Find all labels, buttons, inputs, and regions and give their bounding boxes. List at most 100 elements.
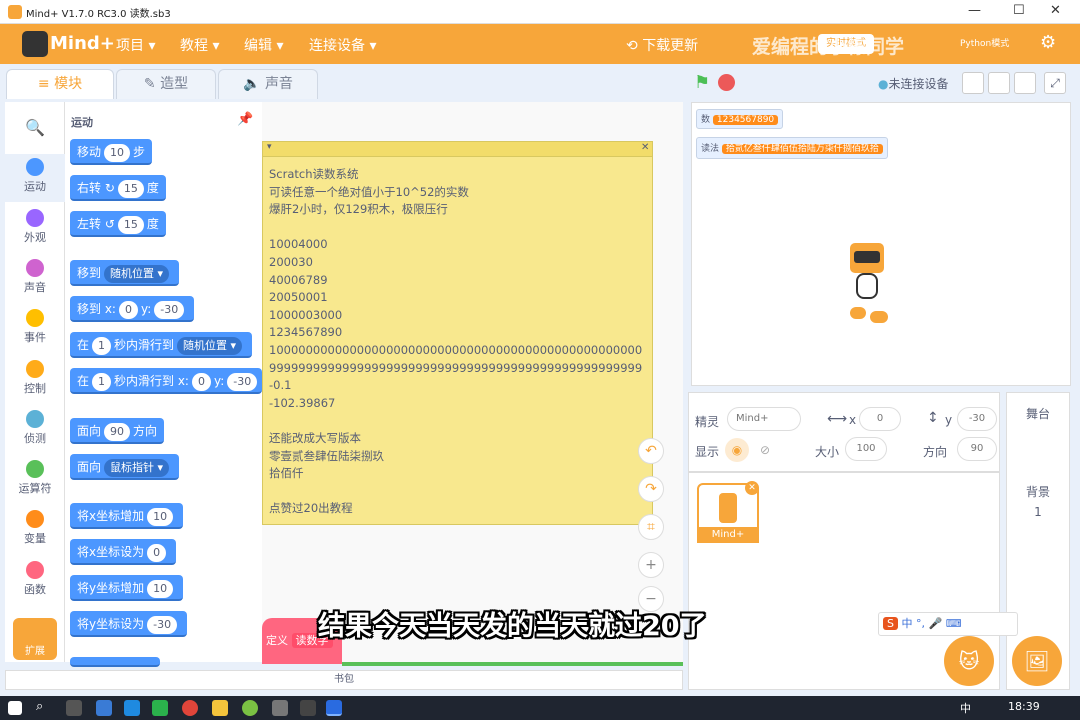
clock[interactable]: 18:39 [1008,700,1040,713]
add-backdrop-button[interactable]: 🖼 [1012,636,1062,686]
undo-icon[interactable]: ↶ [638,438,664,464]
block-set-y[interactable]: 将y坐标设为 -30 [70,611,188,637]
start-icon[interactable] [8,701,22,715]
stage-canvas[interactable]: 数 1234567890 读法 拾贰亿叁仟肆佰伍拾陆万柒仟捌佰玖拾 [691,102,1071,386]
taskview-icon[interactable] [66,700,82,716]
delete-sprite-icon[interactable]: ✕ [745,481,759,495]
collapse-icon[interactable]: ▾ [267,142,272,152]
size-input[interactable]: 100 [845,437,887,461]
edge-icon[interactable] [124,700,140,716]
explorer-icon[interactable] [212,700,228,716]
maximize-icon[interactable]: ☐ [1013,3,1025,18]
category-4[interactable]: 事件 [5,309,65,345]
crop-icon[interactable]: ⌗ [638,514,664,540]
ime-lang[interactable]: 中 [901,617,912,630]
zoom-in-icon[interactable]: + [638,552,664,578]
python-mode-button[interactable]: Python模式 [960,36,1009,49]
app-icon-4[interactable] [300,700,316,716]
y-label: y [945,413,953,427]
category-9[interactable]: 函数 [5,561,65,597]
block-change-y[interactable]: 将y坐标增加 10 [70,575,184,601]
category-5[interactable]: 控制 [5,360,65,396]
search-taskbar-icon[interactable]: ⌕ [36,699,43,714]
block-glide[interactable]: 在 1 秒内滑行到 随机位置 ▾ [70,332,253,358]
ime-toolbar[interactable]: S 中 °, 🎤 ⌨ [878,612,1018,636]
fullscreen-icon[interactable]: ⤢ [1044,72,1066,94]
hide-eye-icon[interactable]: ⊘ [753,438,777,462]
wechat-icon[interactable] [152,700,168,716]
category-8[interactable]: 变量 [5,510,65,546]
ime-indicator[interactable]: 中 [960,700,971,716]
close-icon[interactable]: ✕ [1050,3,1061,18]
search-icon[interactable]: 🔍 [25,118,45,137]
category-dot-icon [26,259,44,277]
comment-line: 10004000 [269,237,328,252]
category-1[interactable]: 运动 [5,158,65,194]
extensions-button[interactable]: 扩展 [13,618,57,660]
x-input[interactable]: 0 [859,407,901,431]
pin-icon[interactable]: 📌 [237,112,253,127]
green-flag-icon[interactable]: ⚑ [694,72,710,93]
small-stage-icon[interactable] [962,72,984,94]
minimize-icon[interactable]: — [968,3,981,18]
category-3[interactable]: 声音 [5,259,65,295]
monitor-reading[interactable]: 读法 拾贰亿叁仟肆佰伍拾陆万柒仟捌佰玖拾 [696,137,888,159]
large-stage-icon[interactable] [1014,72,1036,94]
ime-mic[interactable]: 🎤 [928,617,942,630]
block-point-direction[interactable]: 面向 90 方向 [70,418,165,444]
category-6[interactable]: 侦测 [5,410,65,446]
sprite-name-input[interactable]: Mind+ [727,407,801,431]
comment-text[interactable]: Scratch读数系统 可读任意一个绝对值小于10^52的实数 爆肝2小时，仅129… [269,166,652,518]
menu-bar: Mind+ 项目 ▾ 教程 ▾ 编辑 ▾ 连接设备 ▾ ⟲ 下载更新 实时模式 … [0,24,1080,64]
add-sprite-button[interactable]: 🐱 [944,636,994,686]
ime-keyboard[interactable]: ⌨ [946,617,962,630]
menu-project[interactable]: 项目 ▾ [116,35,155,55]
device-status: ●未连接设备 [878,77,949,91]
block-turn-right[interactable]: 右转 ↻ 15 度 [70,175,166,201]
block-glide-xy[interactable]: 在 1 秒内滑行到 x: 0 y: -30 [70,368,262,394]
chrome-icon[interactable] [182,700,198,716]
video-subtitle: 结果今天当天发的当天就过20了 [318,611,707,642]
block-goto-xy[interactable]: 移到 x: 0 y: -30 [70,296,195,322]
direction-input[interactable]: 90 [957,437,997,461]
comment-line: 爆肝2小时，仅129积木，极限压行 [269,202,448,217]
mindplus-taskbar-icon[interactable] [326,700,342,716]
category-label: 侦测 [24,432,46,445]
y-arrow-icon: ↕ [927,410,939,426]
monitor-number[interactable]: 数 1234567890 [696,109,784,129]
block-point-towards[interactable]: 面向 鼠标指针 ▾ [70,454,180,480]
app-icon-1[interactable] [96,700,112,716]
ime-punct[interactable]: °, [916,617,925,630]
sprite-thumbnail[interactable]: Mind+ ✕ [697,481,759,543]
comment-header[interactable]: ▾ ✕ [263,142,652,157]
tab-code[interactable]: ≡ 模块 [6,69,114,99]
show-eye-icon[interactable]: ◉ [725,438,749,462]
category-dot-icon [26,460,44,478]
app-icon-2[interactable] [242,700,258,716]
block-goto[interactable]: 移到 随机位置 ▾ [70,260,180,286]
tab-sounds[interactable]: 🔈 声音 [218,69,318,99]
stop-icon[interactable] [718,74,735,91]
category-2[interactable]: 外观 [5,209,65,245]
mind-plus-sprite[interactable] [842,227,892,327]
menu-edit[interactable]: 编辑 ▾ [244,35,283,55]
block-change-x[interactable]: 将x坐标增加 10 [70,503,184,529]
direction-label: 方向 [923,445,948,459]
category-7[interactable]: 运算符 [5,460,65,496]
y-input[interactable]: -30 [957,407,997,431]
backpack-bar[interactable]: 书包 [5,670,683,690]
gear-icon[interactable]: ⚙ [1040,32,1056,53]
comment-note[interactable]: ▾ ✕ Scratch读数系统 可读任意一个绝对值小于10^52的实数 爆肝2小时，… [262,141,653,525]
app-icon-3[interactable] [272,700,288,716]
block-move[interactable]: 移动 10 步 [70,139,153,165]
menu-connect[interactable]: 连接设备 ▾ [309,35,376,55]
normal-stage-icon[interactable] [988,72,1010,94]
menu-tutorial[interactable]: 教程 ▾ [180,35,219,55]
redo-icon[interactable]: ↷ [638,476,664,502]
block-turn-left[interactable]: 左转 ↺ 15 度 [70,211,166,237]
comment-close-icon[interactable]: ✕ [641,142,649,153]
download-update-button[interactable]: ⟲ 下载更新 [626,35,698,55]
tab-costumes[interactable]: ✎ 造型 [116,69,216,99]
block-set-x[interactable]: 将x坐标设为 0 [70,539,177,565]
block-partial[interactable] [70,657,160,667]
